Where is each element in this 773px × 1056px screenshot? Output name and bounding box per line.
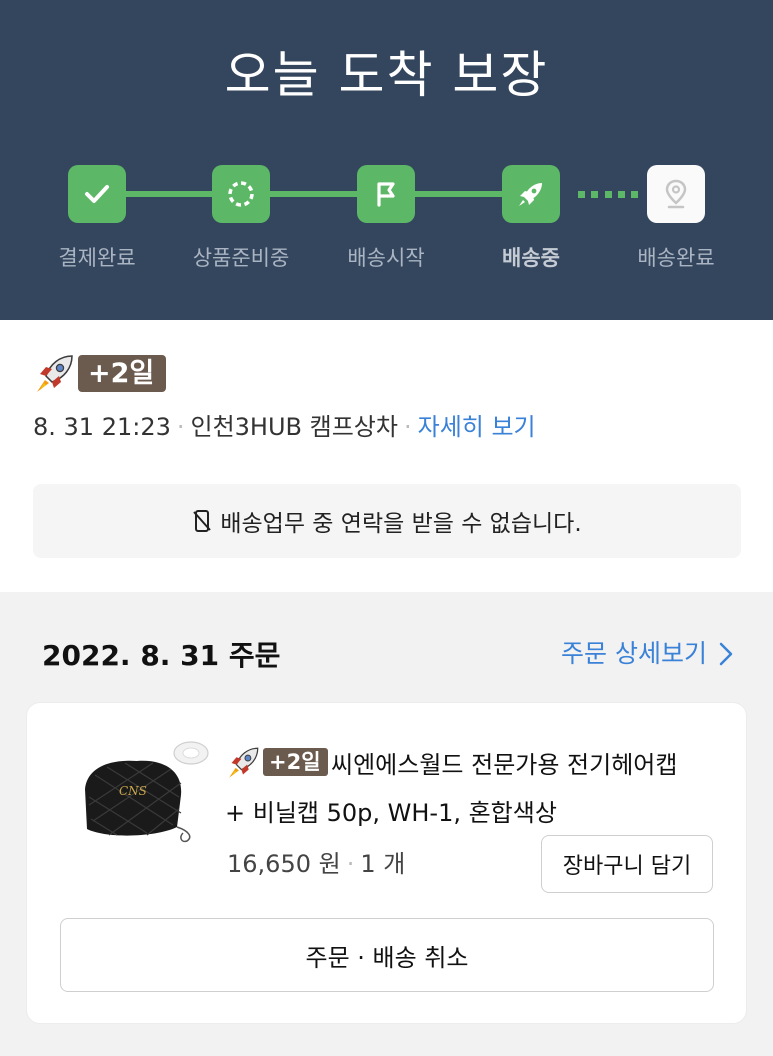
rocket-icon: [519, 183, 542, 206]
separator-dot: ·: [346, 850, 355, 878]
step-label-delivered: 배송완료: [637, 246, 715, 270]
chevron-right-icon: [719, 642, 733, 666]
order-detail-link[interactable]: 주문 상세보기: [561, 634, 733, 674]
step-label-preparing: 상품준비중: [192, 246, 290, 270]
no-phone-icon: [193, 510, 212, 532]
flag-icon: [377, 182, 395, 207]
product-name-line1: 씨엔에스월드 전문가용 전기헤어캡: [331, 751, 678, 779]
svg-text:CNS: CNS: [119, 784, 147, 798]
product-price: 16,650 원: [227, 850, 341, 878]
location-pin-icon: [665, 179, 687, 209]
cancel-order-button[interactable]: 주문 · 배송 취소: [60, 918, 714, 992]
product-name-line2: + 비닐캡 50p, WH-1, 혼합색상: [225, 799, 557, 827]
order-detail-link-label: 주문 상세보기: [561, 639, 707, 668]
step-label-shipping-started: 배송시작: [347, 246, 425, 270]
check-icon: [85, 185, 109, 203]
page-title: 오늘 도착 보장: [224, 46, 549, 104]
order-item-card: CNS +2일 씨엔에스월드 전문가용 전기헤어캡 + 비닐캡 50p, WH-…: [26, 702, 747, 1024]
separator-dot: ·: [176, 413, 185, 441]
price-quantity-line: 16,650 원 · 1 개: [227, 846, 405, 882]
separator-dot: ·: [403, 413, 412, 441]
no-contact-notice: 배송업무 중 연락을 받을 수 없습니다.: [33, 484, 741, 558]
delivery-progress-header: 오늘 도착 보장 결제완료 상품준비중 배송시작 배송중 배송완료: [0, 0, 773, 320]
step-label-payment-complete: 결제완료: [58, 246, 136, 270]
tracking-detail-link[interactable]: 자세히 보기: [418, 413, 536, 441]
product-thumbnail[interactable]: CNS: [77, 739, 217, 849]
step-payment-complete: [68, 165, 126, 223]
progress-dotted-line: [578, 187, 638, 201]
step-in-transit: [502, 165, 560, 223]
notice-text: 배송업무 중 연락을 받을 수 없습니다.: [220, 511, 582, 537]
step-shipping-started: [357, 165, 415, 223]
tracking-location: 인천3HUB 캠프상차: [190, 413, 398, 441]
rocket-icon: [37, 355, 73, 392]
step-label-in-transit: 배송중: [502, 246, 560, 270]
add-to-cart-button[interactable]: 장바구니 담기: [541, 835, 713, 893]
step-preparing: [212, 165, 270, 223]
order-date-title: 2022. 8. 31 주문: [42, 639, 281, 672]
product-name[interactable]: 씨엔에스월드 전문가용 전기헤어캡 + 비닐캡 50p, WH-1, 혼합색상: [225, 741, 725, 837]
loading-circle-icon: [228, 181, 254, 207]
progress-line: [96, 191, 548, 197]
tracking-status-line: 8. 31 21:23 · 인천3HUB 캠프상차 · 자세히 보기: [33, 408, 536, 446]
tracking-datetime: 8. 31 21:23: [33, 413, 171, 441]
step-delivered: [647, 165, 705, 223]
product-quantity: 1 개: [360, 850, 406, 878]
delivery-days-badge: +2일: [78, 355, 167, 392]
